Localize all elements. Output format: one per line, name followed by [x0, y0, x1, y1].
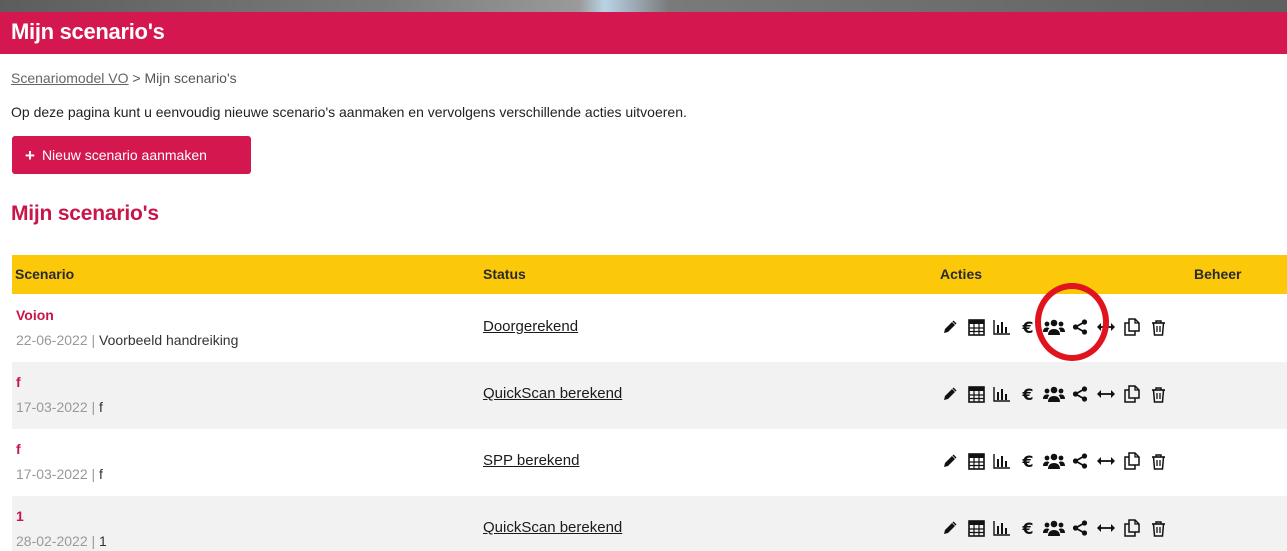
bar-chart-icon[interactable]	[991, 518, 1013, 538]
table-row: Voion 22-06-2022 | Voorbeeld handreiking D…	[12, 295, 1287, 362]
euro-icon[interactable]: €	[1017, 317, 1039, 337]
status-link[interactable]: QuickScan berekend	[483, 385, 622, 402]
new-scenario-label: Nieuw scenario aanmaken	[41, 147, 207, 163]
euro-icon[interactable]: €	[1017, 451, 1039, 471]
background-image-strip	[0, 0, 1287, 12]
meta-separator: |	[87, 533, 100, 549]
compare-arrows-icon[interactable]	[1095, 317, 1117, 337]
new-scenario-button[interactable]: + Nieuw scenario aanmaken	[12, 136, 251, 174]
scenario-meta: 17-03-2022 | f	[16, 466, 103, 482]
scenario-meta: 28-02-2022 | 1	[16, 533, 107, 549]
table-row: f 17-03-2022 | f QuickScan berekend €	[12, 362, 1287, 429]
compare-arrows-icon[interactable]	[1095, 451, 1117, 471]
compare-arrows-icon[interactable]	[1095, 384, 1117, 404]
breadcrumb: Scenariomodel VO > Mijn scenario's	[11, 70, 237, 86]
action-icons: €	[939, 384, 1173, 404]
share-icon[interactable]	[1069, 384, 1091, 404]
meta-separator: |	[87, 466, 100, 482]
bar-chart-icon[interactable]	[991, 317, 1013, 337]
status-link[interactable]: SPP berekend	[483, 452, 579, 469]
calculator-icon[interactable]	[965, 384, 987, 404]
bar-chart-icon[interactable]	[991, 384, 1013, 404]
scenario-name-link[interactable]: Voion	[16, 307, 54, 323]
header-status: Status	[483, 266, 526, 282]
users-icon[interactable]	[1043, 451, 1065, 471]
trash-icon[interactable]	[1147, 451, 1169, 471]
users-icon[interactable]	[1043, 317, 1065, 337]
intro-text: Op deze pagina kunt u eenvoudig nieuwe s…	[11, 104, 687, 120]
table-row: f 17-03-2022 | f SPP berekend €	[12, 429, 1287, 496]
section-title: Mijn scenario's	[11, 202, 159, 225]
copy-icon[interactable]	[1121, 518, 1143, 538]
copy-icon[interactable]	[1121, 384, 1143, 404]
scenario-date: 22-06-2022	[16, 332, 88, 348]
status-link[interactable]: QuickScan berekend	[483, 519, 622, 536]
title-bar: Mijn scenario's	[0, 12, 1287, 54]
scenario-description: Voorbeeld handreiking	[99, 332, 239, 348]
scenario-description: f	[99, 399, 103, 415]
bar-chart-icon[interactable]	[991, 451, 1013, 471]
scenario-description: 1	[99, 533, 107, 549]
meta-separator: |	[87, 332, 100, 348]
calculator-icon[interactable]	[965, 518, 987, 538]
scenario-meta: 22-06-2022 | Voorbeeld handreiking	[16, 332, 238, 348]
trash-icon[interactable]	[1147, 518, 1169, 538]
action-icons: €	[939, 518, 1173, 538]
compare-arrows-icon[interactable]	[1095, 518, 1117, 538]
share-icon[interactable]	[1069, 451, 1091, 471]
share-icon[interactable]	[1069, 317, 1091, 337]
header-beheer: Beheer	[1194, 266, 1242, 282]
calculator-icon[interactable]	[965, 317, 987, 337]
table-header: Scenario Status Acties Beheer	[12, 255, 1287, 294]
breadcrumb-separator: >	[128, 70, 145, 86]
scenario-date: 17-03-2022	[16, 399, 88, 415]
breadcrumb-link-scenariomodel[interactable]: Scenariomodel VO	[11, 70, 129, 86]
scenario-date: 28-02-2022	[16, 533, 88, 549]
breadcrumb-current: Mijn scenario's	[144, 70, 237, 86]
copy-icon[interactable]	[1121, 451, 1143, 471]
trash-icon[interactable]	[1147, 317, 1169, 337]
action-icons: €	[939, 317, 1173, 337]
scenario-date: 17-03-2022	[16, 466, 88, 482]
scenario-name-link[interactable]: f	[16, 441, 21, 457]
scenario-description: f	[99, 466, 103, 482]
status-link[interactable]: Doorgerekend	[483, 318, 578, 335]
action-icons: €	[939, 451, 1173, 471]
users-icon[interactable]	[1043, 518, 1065, 538]
pencil-icon[interactable]	[939, 384, 961, 404]
pencil-icon[interactable]	[939, 518, 961, 538]
scenario-name-link[interactable]: 1	[16, 508, 24, 524]
euro-icon[interactable]: €	[1017, 518, 1039, 538]
euro-icon[interactable]: €	[1017, 384, 1039, 404]
scenario-name-link[interactable]: f	[16, 374, 21, 390]
pencil-icon[interactable]	[939, 317, 961, 337]
users-icon[interactable]	[1043, 384, 1065, 404]
pencil-icon[interactable]	[939, 451, 961, 471]
trash-icon[interactable]	[1147, 384, 1169, 404]
scenario-meta: 17-03-2022 | f	[16, 399, 103, 415]
header-scenario: Scenario	[15, 266, 75, 282]
share-icon[interactable]	[1069, 518, 1091, 538]
header-acties: Acties	[940, 266, 983, 282]
plus-icon: +	[25, 145, 35, 165]
page-title: Mijn scenario's	[11, 19, 165, 44]
table-row: 1 28-02-2022 | 1 QuickScan berekend €	[12, 496, 1287, 551]
calculator-icon[interactable]	[965, 451, 987, 471]
meta-separator: |	[87, 399, 100, 415]
copy-icon[interactable]	[1121, 317, 1143, 337]
